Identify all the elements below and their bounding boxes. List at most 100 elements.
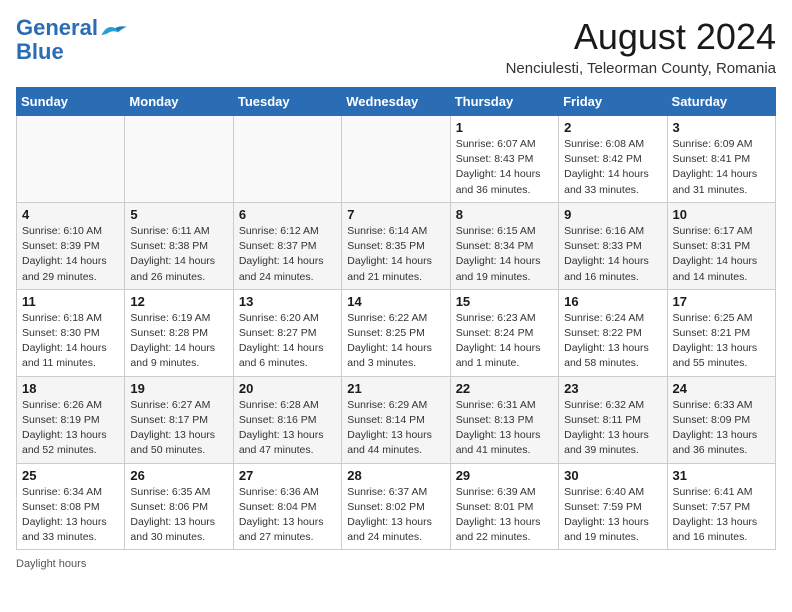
day-info: Sunrise: 6:39 AM Sunset: 8:01 PM Dayligh… [456,485,553,546]
day-number: 25 [22,468,119,483]
day-number: 1 [456,120,553,135]
day-info: Sunrise: 6:35 AM Sunset: 8:06 PM Dayligh… [130,485,227,546]
day-number: 22 [456,381,553,396]
calendar-cell: 15 Sunrise: 6:23 AM Sunset: 8:24 PM Dayli… [450,289,558,376]
calendar-week-row: 4 Sunrise: 6:10 AM Sunset: 8:39 PM Daylig… [17,202,776,289]
month-year: August 2024 [506,16,776,58]
day-info: Sunrise: 6:11 AM Sunset: 8:38 PM Dayligh… [130,224,227,285]
calendar-cell: 21 Sunrise: 6:29 AM Sunset: 8:14 PM Dayli… [342,376,450,463]
calendar-cell: 8 Sunrise: 6:15 AM Sunset: 8:34 PM Daylig… [450,202,558,289]
calendar-cell [125,116,233,203]
calendar-cell: 23Sunrise: 6:32 AM Sunset: 8:11 PM Dayli… [559,376,667,463]
calendar-cell: 7Sunrise: 6:14 AM Sunset: 8:35 PM Daylig… [342,202,450,289]
day-number: 29 [456,468,553,483]
day-info: Sunrise: 6:36 AM Sunset: 8:04 PM Dayligh… [239,485,336,546]
day-number: 7 [347,207,444,222]
day-number: 8 [456,207,553,222]
day-number: 21 [347,381,444,396]
day-info: Sunrise: 6:41 AM Sunset: 7:57 PM Dayligh… [673,485,770,546]
day-info: Sunrise: 6:33 AM Sunset: 8:09 PM Dayligh… [673,398,770,459]
day-number: 15 [456,294,553,309]
calendar-cell: 14Sunrise: 6:22 AM Sunset: 8:25 PM Dayli… [342,289,450,376]
calendar-week-row: 18 Sunrise: 6:26 AM Sunset: 8:19 PM Dayli… [17,376,776,463]
calendar-cell: 12 Sunrise: 6:19 AM Sunset: 8:28 PM Dayli… [125,289,233,376]
day-info: Sunrise: 6:17 AM Sunset: 8:31 PM Dayligh… [673,224,770,285]
calendar-cell [17,116,125,203]
day-info: Sunrise: 6:23 AM Sunset: 8:24 PM Dayligh… [456,311,553,372]
day-info: Sunrise: 6:40 AM Sunset: 7:59 PM Dayligh… [564,485,661,546]
calendar-cell: 6 Sunrise: 6:12 AM Sunset: 8:37 PM Daylig… [233,202,341,289]
day-info: Sunrise: 6:32 AM Sunset: 8:11 PM Dayligh… [564,398,661,459]
day-info: Sunrise: 6:22 AM Sunset: 8:25 PM Dayligh… [347,311,444,372]
day-number: 11 [22,294,119,309]
day-info: Sunrise: 6:24 AM Sunset: 8:22 PM Dayligh… [564,311,661,372]
day-info: Sunrise: 6:16 AM Sunset: 8:33 PM Dayligh… [564,224,661,285]
calendar-cell: 16 Sunrise: 6:24 AM Sunset: 8:22 PM Dayli… [559,289,667,376]
calendar-cell: 19 Sunrise: 6:27 AM Sunset: 8:17 PM Dayli… [125,376,233,463]
day-number: 20 [239,381,336,396]
calendar-cell: 31Sunrise: 6:41 AM Sunset: 7:57 PM Dayli… [667,463,775,550]
day-info: Sunrise: 6:09 AM Sunset: 8:41 PM Dayligh… [673,137,770,198]
day-info: Sunrise: 6:20 AM Sunset: 8:27 PM Dayligh… [239,311,336,372]
weekday-header-friday: Friday [559,88,667,116]
day-info: Sunrise: 6:37 AM Sunset: 8:02 PM Dayligh… [347,485,444,546]
day-info: Sunrise: 6:19 AM Sunset: 8:28 PM Dayligh… [130,311,227,372]
logo-bird-icon [100,22,128,40]
day-number: 4 [22,207,119,222]
calendar-cell [342,116,450,203]
day-number: 12 [130,294,227,309]
day-info: Sunrise: 6:18 AM Sunset: 8:30 PM Dayligh… [22,311,119,372]
calendar-cell: 22 Sunrise: 6:31 AM Sunset: 8:13 PM Dayli… [450,376,558,463]
day-info: Sunrise: 6:27 AM Sunset: 8:17 PM Dayligh… [130,398,227,459]
calendar-cell: 26 Sunrise: 6:35 AM Sunset: 8:06 PM Dayli… [125,463,233,550]
day-info: Sunrise: 6:26 AM Sunset: 8:19 PM Dayligh… [22,398,119,459]
weekday-header-thursday: Thursday [450,88,558,116]
location: Nenciulesti, Teleorman County, Romania [506,60,776,77]
calendar-week-row: 11 Sunrise: 6:18 AM Sunset: 8:30 PM Dayli… [17,289,776,376]
day-number: 16 [564,294,661,309]
weekday-header-row: SundayMondayTuesdayWednesdayThursdayFrid… [17,88,776,116]
day-info: Sunrise: 6:25 AM Sunset: 8:21 PM Dayligh… [673,311,770,372]
calendar-cell [233,116,341,203]
day-info: Sunrise: 6:15 AM Sunset: 8:34 PM Dayligh… [456,224,553,285]
calendar-cell: 5 Sunrise: 6:11 AM Sunset: 8:38 PM Daylig… [125,202,233,289]
day-number: 5 [130,207,227,222]
calendar-cell: 10Sunrise: 6:17 AM Sunset: 8:31 PM Dayli… [667,202,775,289]
day-info: Sunrise: 6:12 AM Sunset: 8:37 PM Dayligh… [239,224,336,285]
day-info: Sunrise: 6:28 AM Sunset: 8:16 PM Dayligh… [239,398,336,459]
calendar-cell: 1 Sunrise: 6:07 AM Sunset: 8:43 PM Daylig… [450,116,558,203]
calendar-cell: 4 Sunrise: 6:10 AM Sunset: 8:39 PM Daylig… [17,202,125,289]
calendar-cell: 13 Sunrise: 6:20 AM Sunset: 8:27 PM Dayli… [233,289,341,376]
logo-text: General Blue [16,16,98,64]
day-info: Sunrise: 6:10 AM Sunset: 8:39 PM Dayligh… [22,224,119,285]
day-number: 3 [673,120,770,135]
logo: General Blue [16,16,128,64]
weekday-header-sunday: Sunday [17,88,125,116]
calendar-cell: 30 Sunrise: 6:40 AM Sunset: 7:59 PM Dayli… [559,463,667,550]
day-number: 17 [673,294,770,309]
day-info: Sunrise: 6:07 AM Sunset: 8:43 PM Dayligh… [456,137,553,198]
day-number: 26 [130,468,227,483]
day-number: 6 [239,207,336,222]
calendar-cell: 29 Sunrise: 6:39 AM Sunset: 8:01 PM Dayli… [450,463,558,550]
calendar-cell: 25Sunrise: 6:34 AM Sunset: 8:08 PM Dayli… [17,463,125,550]
calendar-week-row: 1 Sunrise: 6:07 AM Sunset: 8:43 PM Daylig… [17,116,776,203]
day-number: 13 [239,294,336,309]
day-number: 24 [673,381,770,396]
day-number: 9 [564,207,661,222]
weekday-header-wednesday: Wednesday [342,88,450,116]
calendar-cell: 18 Sunrise: 6:26 AM Sunset: 8:19 PM Dayli… [17,376,125,463]
day-number: 30 [564,468,661,483]
weekday-header-tuesday: Tuesday [233,88,341,116]
header: General Blue August 2024 Nenciulesti, Te… [16,16,776,77]
day-number: 18 [22,381,119,396]
day-number: 28 [347,468,444,483]
weekday-header-monday: Monday [125,88,233,116]
calendar-cell: 24 Sunrise: 6:33 AM Sunset: 8:09 PM Dayli… [667,376,775,463]
day-info: Sunrise: 6:08 AM Sunset: 8:42 PM Dayligh… [564,137,661,198]
day-info: Sunrise: 6:29 AM Sunset: 8:14 PM Dayligh… [347,398,444,459]
day-number: 27 [239,468,336,483]
day-info: Sunrise: 6:31 AM Sunset: 8:13 PM Dayligh… [456,398,553,459]
calendar-cell: 11 Sunrise: 6:18 AM Sunset: 8:30 PM Dayli… [17,289,125,376]
day-number: 19 [130,381,227,396]
